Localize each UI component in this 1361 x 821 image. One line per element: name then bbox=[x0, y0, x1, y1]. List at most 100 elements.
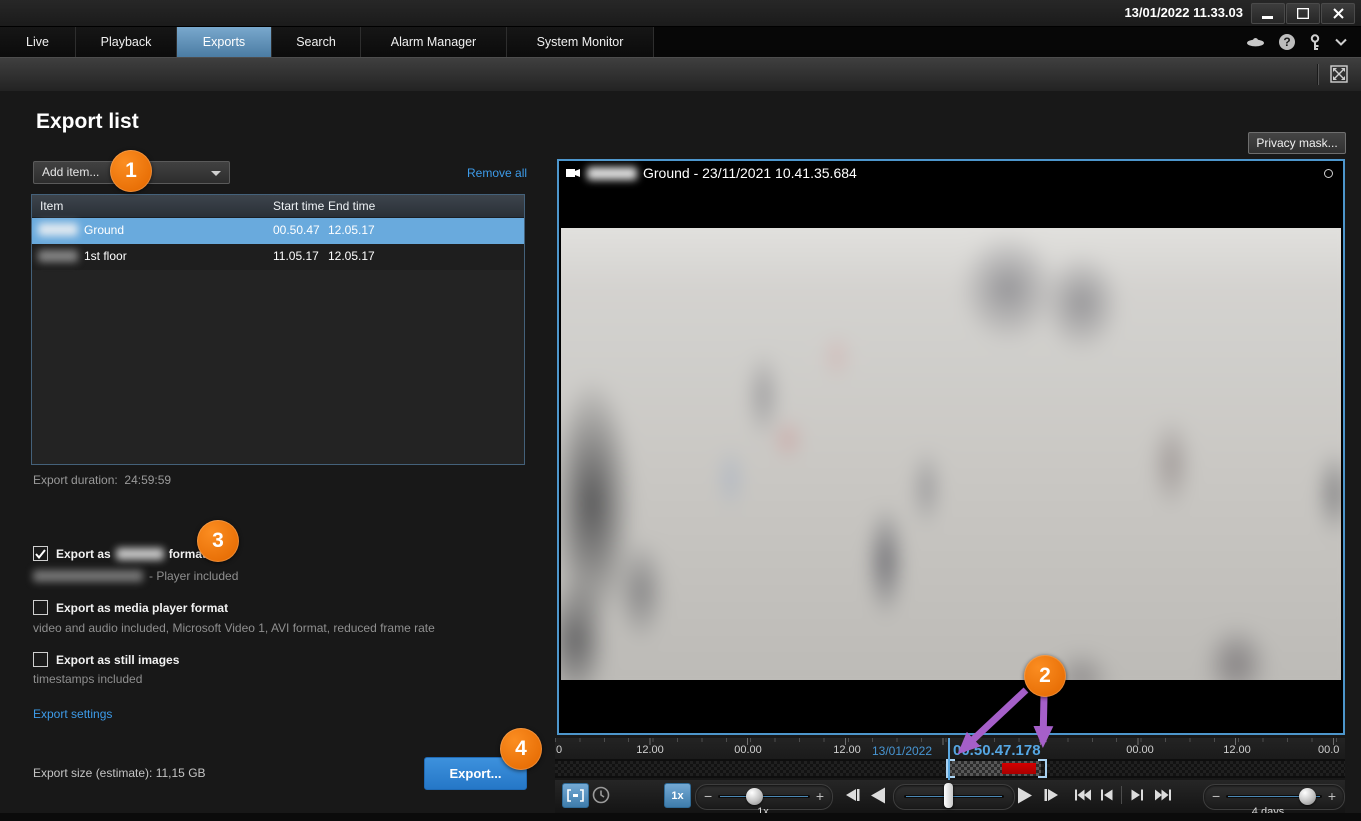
subtitle-text: - Player included bbox=[149, 569, 239, 583]
redacted-text bbox=[38, 223, 78, 236]
minimize-button[interactable] bbox=[1251, 3, 1285, 24]
current-time-label: 00.50.47.178 bbox=[953, 742, 1041, 759]
connection-status-icon[interactable] bbox=[1246, 35, 1265, 49]
export-settings-link[interactable]: Export settings bbox=[33, 707, 112, 721]
column-header-end-time: End time bbox=[328, 199, 376, 213]
tab-live[interactable]: Live bbox=[0, 27, 76, 57]
remove-all-link[interactable]: Remove all bbox=[467, 166, 527, 180]
export-duration-value: 24:59:59 bbox=[124, 473, 172, 487]
callout-badge-3: 3 bbox=[197, 520, 239, 562]
callout-badge-4: 4 bbox=[500, 728, 542, 770]
playback-speed-button[interactable]: 1x bbox=[664, 783, 691, 808]
export-format-xprotect-checkbox[interactable]: Export as format bbox=[33, 546, 206, 561]
redacted-text bbox=[587, 166, 637, 180]
shuttle-slider-knob[interactable] bbox=[944, 783, 953, 808]
time-selection-mode-button[interactable] bbox=[562, 783, 589, 808]
speed-slider-knob[interactable] bbox=[746, 788, 763, 805]
first-sequence-button[interactable] bbox=[1072, 786, 1094, 804]
camera-title-bar: Ground - 23/11/2021 10.41.35.684 bbox=[566, 165, 857, 181]
checkbox-label: Export as still images bbox=[56, 652, 180, 667]
item-start-time: 00.50.47 bbox=[273, 223, 320, 237]
next-image-button[interactable] bbox=[1041, 786, 1061, 804]
callout-badge-1: 1 bbox=[110, 150, 152, 192]
help-icon[interactable]: ? bbox=[1279, 34, 1295, 50]
play-backward-button[interactable] bbox=[866, 784, 890, 806]
table-row[interactable]: 1st floor 11.05.17 12.05.17 bbox=[32, 244, 524, 270]
last-sequence-button[interactable] bbox=[1152, 786, 1174, 804]
bottom-strip bbox=[0, 813, 1361, 821]
video-preview-pane: Ground - 23/11/2021 10.41.35.684 bbox=[557, 159, 1345, 735]
label-prefix: Export as bbox=[56, 546, 111, 561]
format-subtitle: video and audio included, Microsoft Vide… bbox=[33, 621, 435, 635]
expand-arrows-icon bbox=[1330, 65, 1348, 83]
set-start-end-time-button[interactable] bbox=[590, 784, 611, 805]
record-indicator-icon bbox=[1324, 169, 1333, 178]
speed-decrease[interactable]: − bbox=[704, 788, 712, 804]
previous-sequence-icon bbox=[1101, 789, 1113, 801]
clock-icon bbox=[592, 786, 609, 803]
export-duration-label: Export duration: bbox=[33, 473, 118, 487]
step-forward-icon bbox=[1044, 789, 1058, 801]
timeline-track[interactable] bbox=[555, 759, 1345, 778]
tick-label: 12.00 bbox=[636, 744, 664, 756]
export-format-media-player-checkbox[interactable]: Export as media player format bbox=[33, 600, 228, 615]
zoom-slider-knob[interactable] bbox=[1299, 788, 1316, 805]
camera-icon bbox=[566, 169, 580, 177]
last-sequence-icon bbox=[1155, 789, 1171, 801]
checkbox-checked[interactable] bbox=[33, 546, 48, 561]
speed-increase[interactable]: + bbox=[816, 788, 824, 804]
play-forward-button[interactable] bbox=[1012, 784, 1036, 806]
previous-sequence-button[interactable] bbox=[1098, 786, 1116, 804]
tab-playback[interactable]: Playback bbox=[76, 27, 177, 57]
tick-label: 00.00 bbox=[734, 744, 762, 756]
item-name: 1st floor bbox=[84, 249, 127, 263]
tick-label: 00.0 bbox=[1318, 744, 1340, 756]
add-item-label: Add item... bbox=[42, 165, 100, 179]
close-button[interactable] bbox=[1321, 3, 1355, 24]
page-title: Export list bbox=[36, 110, 139, 133]
zoom-out[interactable]: − bbox=[1212, 788, 1220, 804]
application-window: 13/01/2022 11.33.03 Live Playback Export… bbox=[0, 0, 1361, 821]
video-frame bbox=[561, 228, 1341, 680]
window-titlebar: 13/01/2022 11.33.03 bbox=[0, 0, 1361, 27]
item-end-time: 12.05.17 bbox=[328, 249, 375, 263]
timeline-recording-segment bbox=[1002, 763, 1036, 774]
tab-alarm-manager[interactable]: Alarm Manager bbox=[361, 27, 507, 57]
format-subtitle: - Player included bbox=[33, 569, 238, 583]
key-icon[interactable] bbox=[1309, 33, 1321, 51]
play-backward-icon bbox=[870, 787, 885, 803]
export-size-label: Export size (estimate): bbox=[33, 766, 153, 780]
column-header-start-time: Start time bbox=[273, 199, 325, 213]
shuttle-slider-line bbox=[906, 796, 1002, 797]
export-format-still-images-checkbox[interactable]: Export as still images bbox=[33, 652, 179, 667]
redacted-text bbox=[33, 570, 143, 582]
selection-end-bracket[interactable] bbox=[1038, 759, 1047, 778]
list-header: Item Start time End time bbox=[32, 195, 524, 218]
tab-exports[interactable]: Exports bbox=[177, 27, 272, 57]
privacy-mask-button[interactable]: Privacy mask... bbox=[1248, 132, 1346, 154]
controls-divider bbox=[1121, 786, 1122, 804]
callout-badge-2: 2 bbox=[1024, 655, 1066, 697]
export-size: Export size (estimate): 11,15 GB bbox=[33, 766, 206, 780]
export-size-value: 11,15 GB bbox=[155, 766, 206, 780]
chevron-down-icon[interactable] bbox=[1335, 38, 1347, 46]
next-sequence-button[interactable] bbox=[1128, 786, 1146, 804]
table-row[interactable]: Ground 00.50.47 12.05.17 bbox=[32, 218, 524, 244]
playback-controls-bar: 1x − + 1x − + 4 days bbox=[555, 780, 1345, 818]
format-subtitle: timestamps included bbox=[33, 672, 143, 686]
maximize-button[interactable] bbox=[1286, 3, 1320, 24]
workspace-tabbar: Live Playback Exports Search Alarm Manag… bbox=[0, 27, 1361, 57]
timeline-playhead[interactable] bbox=[948, 738, 950, 780]
checkbox-unchecked[interactable] bbox=[33, 652, 48, 667]
tab-search[interactable]: Search bbox=[272, 27, 361, 57]
maximize-view-button[interactable] bbox=[1328, 63, 1350, 85]
checkbox-unchecked[interactable] bbox=[33, 600, 48, 615]
timeline-date-label: 13/01/2022 bbox=[871, 744, 933, 758]
minimize-icon bbox=[1262, 15, 1273, 19]
shuttle-slider[interactable] bbox=[893, 784, 1015, 810]
previous-image-button[interactable] bbox=[843, 786, 863, 804]
checkbox-label: Export as format bbox=[56, 547, 206, 561]
tab-system-monitor[interactable]: System Monitor bbox=[507, 27, 654, 57]
timeline-ruler[interactable]: 0 12.00 00.00 12.00 13/01/2022 00.50.47.… bbox=[555, 738, 1345, 759]
zoom-in[interactable]: + bbox=[1328, 788, 1336, 804]
